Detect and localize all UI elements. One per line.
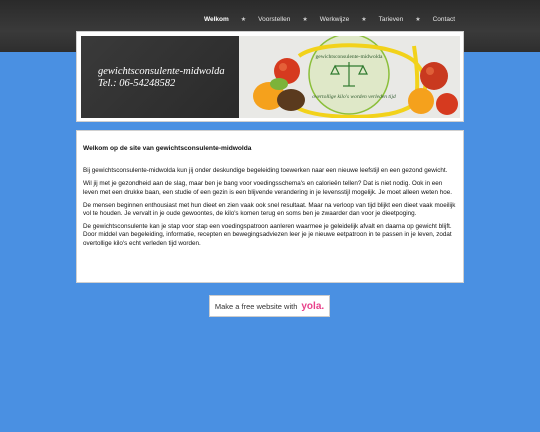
star-separator-icon: ★ bbox=[240, 17, 247, 23]
nav-item-werkwijze[interactable]: Werkwijze bbox=[320, 16, 350, 23]
yola-badge-text: Make a free website with bbox=[214, 301, 298, 311]
nav-item-voorstellen[interactable]: Voorstellen bbox=[258, 16, 290, 23]
content-paragraph: De mensen beginnen enthousiast met hun d… bbox=[83, 201, 456, 218]
content-paragraph: Wil jij met je gezondheid aan de slag, m… bbox=[83, 180, 452, 196]
star-separator-icon: ★ bbox=[415, 17, 421, 23]
nav-item-contact[interactable]: Contact bbox=[433, 16, 455, 23]
site-phone: Tel.: 06-54248582 bbox=[98, 78, 176, 89]
header-image-tagline: overtollige kilo's worden verleden tijd bbox=[312, 94, 396, 100]
yola-badge[interactable]: Make a free website with yola. bbox=[209, 295, 330, 317]
main-content: Welkom op de site van gewichtsconsulente… bbox=[76, 130, 464, 283]
fruit-scale-illustration: gewichtsconsulente-midwolda overtollige … bbox=[239, 36, 460, 118]
main-nav: Welkom ★ Voorstellen ★ Werkwijze ★ Tarie… bbox=[204, 16, 455, 23]
content-paragraph: De gewichtsconsulente kan je stap voor s… bbox=[83, 223, 452, 247]
site-header: gewichtsconsulente-midwolda Tel.: 06-542… bbox=[76, 31, 464, 122]
star-separator-icon: ★ bbox=[361, 17, 367, 23]
header-title-panel: gewichtsconsulente-midwolda Tel.: 06-542… bbox=[81, 36, 239, 118]
yola-logo: yola. bbox=[301, 300, 325, 312]
header-image: gewichtsconsulente-midwolda overtollige … bbox=[239, 36, 460, 118]
site-title[interactable]: gewichtsconsulente-midwolda bbox=[98, 66, 225, 78]
page-title: Welkom op de site van gewichtsconsulente… bbox=[83, 145, 252, 152]
star-separator-icon: ★ bbox=[302, 17, 308, 23]
header-image-title: gewichtsconsulente-midwolda bbox=[316, 54, 383, 60]
nav-item-welkom[interactable]: Welkom bbox=[204, 16, 229, 23]
nav-item-tarieven[interactable]: Tarieven bbox=[379, 16, 404, 23]
content-paragraph: Bij gewichtsconsulente-midwolda kun jij … bbox=[83, 167, 448, 175]
